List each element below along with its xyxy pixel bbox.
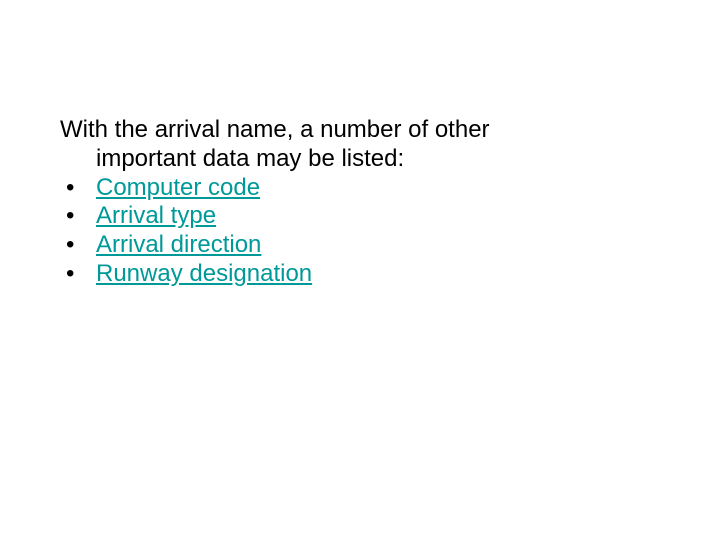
intro-line-1: With the arrival name, a number of other <box>60 116 490 143</box>
link-arrival-type[interactable]: Arrival type <box>96 202 216 229</box>
bullet-icon: • <box>60 231 96 260</box>
link-runway-designation[interactable]: Runway designation <box>96 260 312 287</box>
link-arrival-direction[interactable]: Arrival direction <box>96 231 261 258</box>
list-item: •Arrival type <box>60 202 660 231</box>
list-item: •Computer code <box>60 174 660 203</box>
list-item: •Runway designation <box>60 260 660 289</box>
bullet-icon: • <box>60 174 96 203</box>
bullet-list: •Computer code •Arrival type •Arrival di… <box>60 174 660 289</box>
intro-line-2: important data may be listed: <box>60 145 660 174</box>
list-item: •Arrival direction <box>60 231 660 260</box>
bullet-icon: • <box>60 202 96 231</box>
slide: With the arrival name, a number of other… <box>0 0 720 540</box>
intro-text: With the arrival name, a number of other… <box>60 116 660 174</box>
bullet-icon: • <box>60 260 96 289</box>
link-computer-code[interactable]: Computer code <box>96 174 260 201</box>
